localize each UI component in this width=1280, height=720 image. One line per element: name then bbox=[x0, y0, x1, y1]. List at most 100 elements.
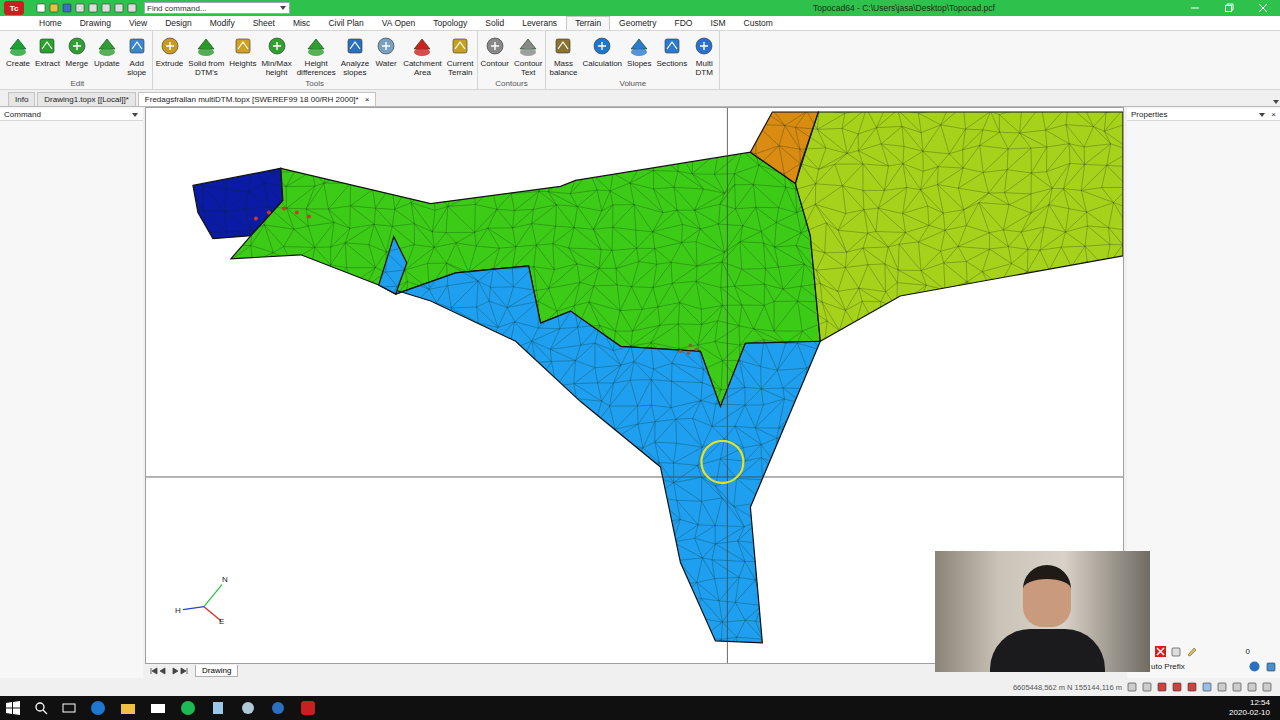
ribbon-tab[interactable]: Custom bbox=[735, 16, 782, 30]
ribbon-button[interactable]: Contour bbox=[479, 33, 511, 79]
ribbon-button[interactable]: Slopes bbox=[625, 33, 653, 79]
close-panel-button[interactable]: × bbox=[1271, 110, 1276, 119]
ribbon-button[interactable]: Calculation bbox=[580, 33, 624, 79]
panel-menu-icon[interactable] bbox=[1258, 111, 1266, 119]
cursor-coordinates: 6605448,562 m N 155144,116 m bbox=[1013, 683, 1122, 692]
app-icon[interactable] bbox=[270, 700, 286, 716]
ribbon-button[interactable]: Extrude bbox=[154, 33, 186, 79]
document-tab[interactable]: Info bbox=[8, 92, 35, 106]
ribbon-tab[interactable]: View bbox=[120, 16, 156, 30]
ribbon-tab[interactable]: ISM bbox=[701, 16, 734, 30]
open-folder-icon[interactable] bbox=[49, 3, 59, 13]
ribbon-button[interactable]: Create bbox=[4, 33, 32, 79]
tabs-menu-icon[interactable] bbox=[1272, 98, 1280, 106]
ribbon-tab[interactable]: Geometry bbox=[610, 16, 665, 30]
ribbon-button-label: Multi bbox=[696, 59, 713, 68]
edge-icon[interactable] bbox=[90, 700, 106, 716]
ribbon-button[interactable]: CatchmentArea bbox=[401, 33, 444, 79]
filter-icon[interactable] bbox=[1171, 647, 1181, 657]
ribbon-tab[interactable]: Civil Plan bbox=[319, 16, 372, 30]
print-icon[interactable] bbox=[101, 3, 111, 13]
redo-icon[interactable] bbox=[88, 3, 98, 13]
search-icon[interactable] bbox=[34, 701, 48, 715]
search-dropdown-icon[interactable] bbox=[279, 4, 287, 12]
ribbon-tab[interactable]: Misc bbox=[284, 16, 319, 30]
layer-icon[interactable] bbox=[127, 3, 137, 13]
terrain-surface[interactable] bbox=[795, 112, 1123, 341]
ribbon-button[interactable]: MultiDTM bbox=[690, 33, 718, 79]
pointer-icon[interactable] bbox=[1202, 682, 1212, 692]
ribbon-tab[interactable]: Modify bbox=[201, 16, 244, 30]
ribbon-tab[interactable]: Drawing bbox=[71, 16, 120, 30]
ribbon-button[interactable]: ContourText bbox=[512, 33, 544, 79]
minimize-button[interactable] bbox=[1178, 0, 1212, 16]
window-icon[interactable] bbox=[1217, 682, 1227, 692]
sheet-nav-icon[interactable] bbox=[149, 667, 189, 675]
close-tab-button[interactable]: × bbox=[365, 95, 370, 104]
topocad-window: TcFind command...Topocad64 - C:\Users\ja… bbox=[0, 0, 1280, 720]
app-icon[interactable] bbox=[210, 700, 226, 716]
zoom-icon[interactable] bbox=[114, 3, 124, 13]
terrain-surface[interactable] bbox=[379, 266, 821, 643]
new-file-icon[interactable] bbox=[36, 3, 46, 13]
osnap-icon[interactable] bbox=[1172, 682, 1182, 692]
ribbon-tab[interactable]: Sheet bbox=[244, 16, 284, 30]
ribbon-tab[interactable]: Terrain bbox=[566, 16, 610, 30]
ribbon-button[interactable]: Heightdifferences bbox=[295, 33, 338, 79]
task-view-icon[interactable] bbox=[62, 701, 76, 715]
windows-start-icon[interactable] bbox=[6, 701, 20, 715]
panel-menu-icon[interactable] bbox=[131, 111, 139, 119]
ribbon-button[interactable]: Sections bbox=[655, 33, 690, 79]
ribbon-tab[interactable]: Leverans bbox=[513, 16, 566, 30]
ortho-icon[interactable] bbox=[1142, 682, 1152, 692]
edit-icon[interactable] bbox=[1186, 646, 1197, 657]
taskbar-clock[interactable]: 12:542020-02-10 bbox=[1229, 698, 1280, 718]
mail-icon[interactable] bbox=[150, 700, 166, 716]
pan-icon[interactable] bbox=[1232, 682, 1242, 692]
app-logo[interactable]: Tc bbox=[4, 1, 24, 15]
ribbon-button-label: Solid from bbox=[188, 59, 224, 68]
ribbon-button[interactable]: Merge bbox=[63, 33, 91, 79]
topocad-taskbar-icon[interactable] bbox=[300, 700, 316, 716]
layout-icon[interactable] bbox=[1262, 682, 1272, 692]
ribbon-button[interactable]: Solid fromDTM's bbox=[186, 33, 226, 79]
auto-prefix-label[interactable]: uto Prefix bbox=[1151, 662, 1185, 671]
ribbon-tab[interactable]: Solid bbox=[476, 16, 513, 30]
terrain-surface[interactable] bbox=[379, 237, 407, 294]
ribbon-button[interactable]: Massbalance bbox=[547, 33, 579, 79]
command-search[interactable]: Find command... bbox=[144, 2, 290, 14]
ribbon-button[interactable]: Addslope bbox=[123, 33, 151, 79]
ribbon-tab[interactable]: FDO bbox=[665, 16, 701, 30]
maximize-button[interactable] bbox=[1212, 0, 1246, 16]
record-icon[interactable] bbox=[1187, 682, 1197, 692]
ribbon-button[interactable]: Analyzeslopes bbox=[339, 33, 371, 79]
survey-point bbox=[689, 343, 693, 347]
ribbon-button[interactable]: Heights bbox=[227, 33, 258, 79]
ribbon-button[interactable]: Extract bbox=[33, 33, 62, 79]
ribbon-tab[interactable]: Topology bbox=[424, 16, 476, 30]
save-icon[interactable] bbox=[62, 3, 72, 13]
sheet-tab[interactable]: Drawing bbox=[195, 665, 238, 677]
grid-icon[interactable] bbox=[1127, 682, 1137, 692]
terrain-surface[interactable] bbox=[750, 112, 818, 183]
ribbon-tab[interactable]: Home bbox=[30, 16, 71, 30]
ribbon-button[interactable]: Water bbox=[372, 33, 400, 79]
zoom-icon[interactable] bbox=[1247, 682, 1257, 692]
snap-icon[interactable] bbox=[1157, 682, 1167, 692]
ribbon-tab[interactable]: Design bbox=[156, 16, 200, 30]
ribbon-tab[interactable]: VA Open bbox=[373, 16, 424, 30]
ribbon-button[interactable]: CurrentTerrain bbox=[445, 33, 476, 79]
settings-icon[interactable] bbox=[1266, 662, 1276, 672]
spotify-icon[interactable] bbox=[180, 700, 196, 716]
app-icon[interactable] bbox=[240, 700, 256, 716]
help-icon[interactable] bbox=[1249, 661, 1260, 672]
ribbon-button[interactable]: Update bbox=[92, 33, 122, 79]
undo-icon[interactable] bbox=[75, 3, 85, 13]
delete-icon[interactable] bbox=[1155, 646, 1166, 657]
explorer-icon[interactable] bbox=[120, 700, 136, 716]
document-tab[interactable]: Drawing1.topx [[Local]]* bbox=[37, 92, 136, 106]
ribbon-button[interactable]: Min/Maxheight bbox=[259, 33, 293, 79]
close-button[interactable] bbox=[1246, 0, 1280, 16]
ribbon-button-label: Catchment bbox=[403, 59, 442, 68]
document-tab[interactable]: Fredagsfrallan multiDTM.topx [SWEREF99 1… bbox=[138, 92, 377, 106]
